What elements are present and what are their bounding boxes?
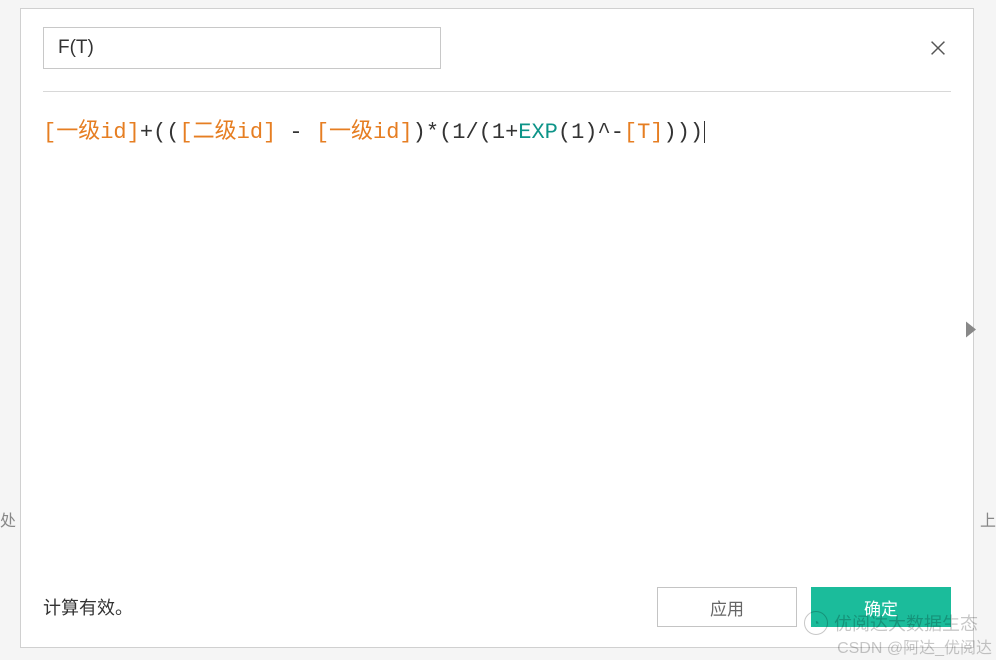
button-row: 应用 确定 — [657, 587, 951, 627]
formula-token: [一级id] — [43, 120, 140, 145]
formula-token: - — [276, 120, 316, 145]
formula-token: +(( — [140, 120, 180, 145]
close-icon[interactable] — [923, 33, 953, 63]
formula-line: [一级id]+(([二级id] - [一级id])*(1/(1+EXP(1)^-… — [43, 116, 951, 149]
dialog-footer: 计算有效。 应用 确定 — [43, 575, 951, 627]
formula-token: [一级id] — [316, 120, 413, 145]
formula-token: )*(1/(1+ — [413, 120, 519, 145]
formula-token: [T] — [624, 120, 664, 145]
formula-editor[interactable]: [一级id]+(([二级id] - [一级id])*(1/(1+EXP(1)^-… — [43, 92, 951, 575]
text-cursor — [704, 121, 705, 143]
dialog-header — [43, 27, 951, 92]
formula-token: [二级id] — [179, 120, 276, 145]
validation-status: 计算有效。 — [43, 594, 133, 620]
bg-left-hint: 处 — [0, 507, 16, 531]
ok-button[interactable]: 确定 — [811, 587, 951, 627]
calculated-field-dialog: [一级id]+(([二级id] - [一级id])*(1/(1+EXP(1)^-… — [20, 8, 974, 648]
bg-right-hint: 上 — [980, 507, 996, 531]
formula-token: ))) — [664, 120, 704, 145]
expand-icon[interactable] — [963, 317, 979, 350]
field-name-input[interactable] — [43, 27, 441, 69]
formula-token: (1)^- — [558, 120, 624, 145]
apply-button[interactable]: 应用 — [657, 587, 797, 627]
formula-token: EXP — [518, 120, 558, 145]
